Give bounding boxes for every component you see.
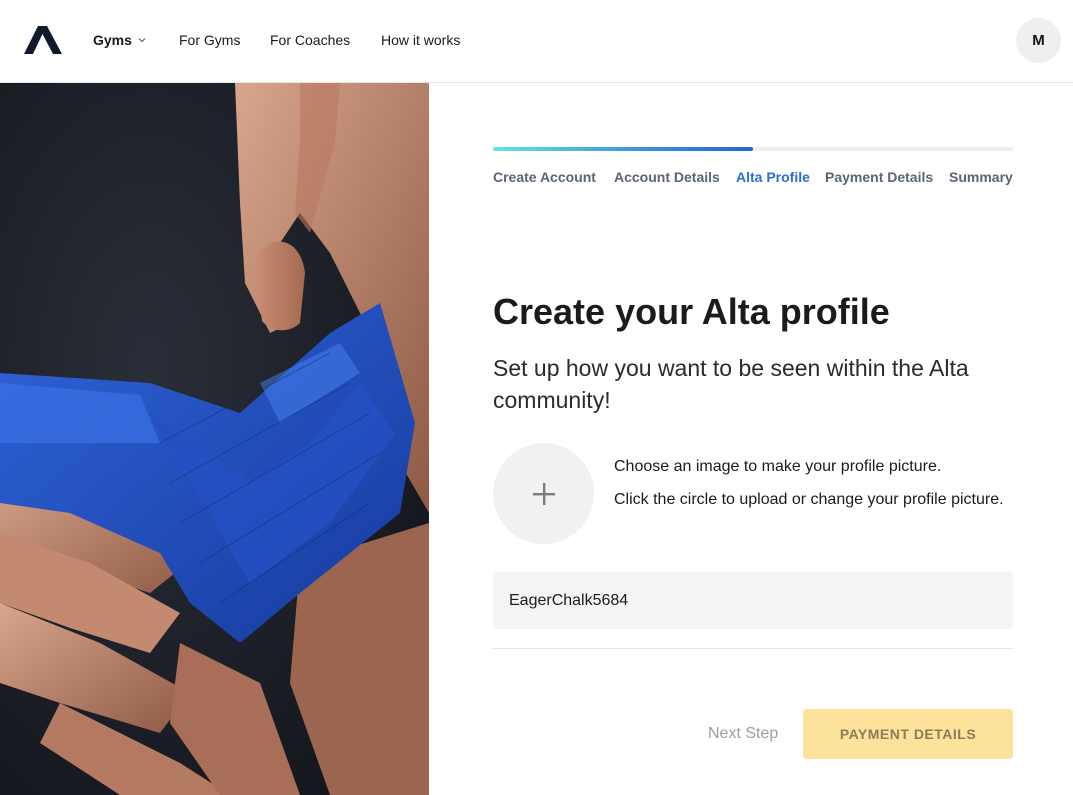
top-nav-bar: Gyms For Gyms For Coaches How it works M xyxy=(0,0,1073,83)
page-title: Create your Alta profile xyxy=(493,291,890,332)
upload-instructions-line-1: Choose an image to make your profile pic… xyxy=(614,458,942,475)
nav-how-it-works-link[interactable]: How it works xyxy=(381,31,460,49)
nav-for-coaches-link[interactable]: For Coaches xyxy=(270,31,350,49)
nav-gyms-dropdown[interactable]: Gyms xyxy=(93,31,146,49)
step-alta-profile[interactable]: Alta Profile xyxy=(736,168,810,186)
step-payment-details[interactable]: Payment Details xyxy=(825,168,933,186)
hero-photo-hand-wrapping xyxy=(0,83,429,795)
chevron-down-icon xyxy=(138,38,146,43)
user-avatar-button[interactable]: M xyxy=(1016,18,1061,63)
nav-for-gyms-link[interactable]: For Gyms xyxy=(179,31,240,49)
step-create-account[interactable]: Create Account xyxy=(493,168,596,186)
next-step-label: Next Step xyxy=(708,725,779,742)
section-divider xyxy=(493,648,1013,649)
alta-logo-icon[interactable] xyxy=(24,26,62,54)
signup-progress-bar xyxy=(493,147,1013,151)
username-input[interactable] xyxy=(493,572,1013,629)
upload-instructions-line-2: Click the circle to upload or change you… xyxy=(614,491,1004,508)
page-subtitle: Set up how you want to be seen within th… xyxy=(493,355,969,413)
profile-picture-upload-button[interactable] xyxy=(493,443,594,544)
signup-progress-fill xyxy=(493,147,753,151)
step-account-details[interactable]: Account Details xyxy=(614,168,720,186)
nav-gyms-label: Gyms xyxy=(93,32,132,48)
payment-details-button[interactable]: PAYMENT DETAILS xyxy=(803,709,1013,759)
signup-steps: Create Account Account Details Alta Prof… xyxy=(493,168,1013,188)
plus-icon xyxy=(532,482,555,505)
step-summary[interactable]: Summary xyxy=(949,168,1013,186)
